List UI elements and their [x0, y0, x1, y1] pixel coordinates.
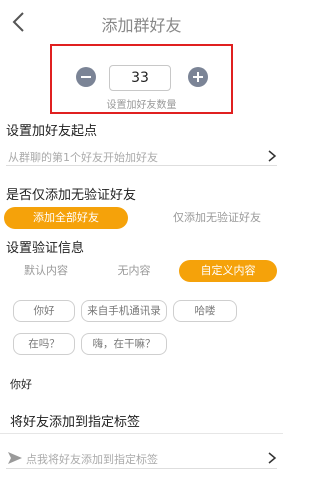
divider: [0, 433, 283, 434]
tab-custom-content[interactable]: 自定义内容: [179, 260, 277, 282]
nav-bar: 添加群好友: [0, 0, 283, 44]
chip-what-are-you-doing[interactable]: 嗨，在干嘛？: [81, 333, 167, 355]
tab-no-content[interactable]: 无内容: [94, 260, 174, 282]
verify-filter-title: 是否仅添加无验证好友: [6, 188, 137, 203]
tag-placeholder: 点我将好友添加到指定标签: [26, 453, 158, 466]
send-icon: [8, 452, 22, 464]
verify-message-text[interactable]: 你好: [10, 376, 32, 392]
add-all-friends-option[interactable]: 添加全部好友: [4, 207, 128, 229]
verify-message-title: 设置验证信息: [6, 241, 85, 256]
chip-greeting[interactable]: 你好: [13, 300, 75, 322]
add-unverified-only-option[interactable]: 仅添加无验证好友: [155, 207, 279, 229]
tag-title: 将好友添加到指定标签: [10, 415, 141, 430]
page-title: 添加群好友: [101, 16, 182, 35]
friend-count-label: 设置加好友数量: [106, 100, 177, 111]
chip-from-contacts[interactable]: 来自手机通讯录: [81, 300, 167, 322]
minus-icon[interactable]: [76, 67, 96, 87]
chevron-right-icon: [268, 452, 277, 464]
plus-icon[interactable]: [188, 67, 208, 87]
start-point-row[interactable]: 从群聊的第1个好友开始加好友: [6, 146, 277, 166]
tab-default-content[interactable]: 默认内容: [6, 260, 86, 282]
start-point-title: 设置加好友起点: [6, 124, 98, 139]
chip-are-you-there[interactable]: 在吗？: [13, 333, 75, 355]
start-point-placeholder: 从群聊的第1个好友开始加好友: [8, 151, 158, 164]
chevron-right-icon: [268, 150, 277, 162]
friend-count-input[interactable]: 33: [109, 65, 171, 91]
tag-row[interactable]: 点我将好友添加到指定标签: [6, 447, 277, 469]
chip-hello[interactable]: 哈喽: [173, 300, 237, 322]
friend-count-panel: 33 设置加好友数量: [50, 44, 233, 114]
